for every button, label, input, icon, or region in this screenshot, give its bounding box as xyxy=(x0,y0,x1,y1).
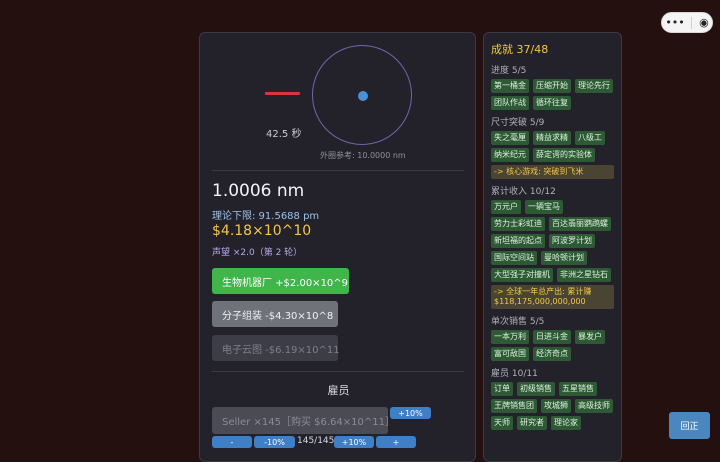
section-header: 进度 5/5 xyxy=(491,66,527,76)
decrease-button[interactable]: - xyxy=(212,436,252,448)
achievement-chip: 失之毫厘 xyxy=(491,131,529,145)
achievement-section-size: 尺寸突破 5/9 失之毫厘 精益求精 八级工 纳米纪元 薛定谔的实验体 -> 核… xyxy=(491,115,614,179)
section-header: 单次销售 5/5 xyxy=(491,317,545,327)
achievements-title: 成就 37/48 xyxy=(491,43,549,56)
timer-text: 42.5 秒 xyxy=(266,129,302,140)
achievement-section-income: 累计收入 10/12 万元户 一辆宝马 劳力士彩虹迪 百达翡丽鹦鹉螺 新坦福的起… xyxy=(491,184,614,309)
achievement-chip: 订单 xyxy=(491,382,513,396)
game-panel: 42.5 秒 外圈参考: 10.0000 nm 1.0006 nm 理论下限: … xyxy=(199,32,476,462)
achievement-chip: 百达翡丽鹦鹉螺 xyxy=(549,217,611,231)
achievement-chip: 薛定谔的实验体 xyxy=(533,148,595,162)
achievement-chip: 理论先行 xyxy=(575,79,613,93)
decrease-percent-button[interactable]: -10% xyxy=(254,436,295,448)
achievement-chip: 攻城狮 xyxy=(541,399,571,413)
reset-view-button[interactable]: 回正 xyxy=(669,412,710,439)
increase-percent-button-2[interactable]: +10% xyxy=(334,436,374,448)
achievement-chip: 高级技师 xyxy=(575,399,613,413)
next-goal-hint: -> 全球一年总产出: 累计赚 $118,175,000,000,000 xyxy=(491,285,614,309)
compression-bar xyxy=(265,92,300,95)
bio-factory-button[interactable]: 生物机器厂 +$2.00×10^9 xyxy=(212,268,349,294)
achievement-chip: 王牌销售团 xyxy=(491,399,537,413)
achievement-chip: 压缩开始 xyxy=(533,79,571,93)
prestige-info: 声望 ×2.0（第 2 轮） xyxy=(212,248,303,258)
mini-program-capsule: ••• ◉ xyxy=(661,12,713,33)
achievement-chip: 大型强子对撞机 xyxy=(491,268,553,282)
achievement-chip: 国际空间站 xyxy=(491,251,537,265)
achievement-chip: 劳力士彩虹迪 xyxy=(491,217,545,231)
close-icon[interactable]: ◉ xyxy=(699,17,709,28)
achievement-chip: 暴发户 xyxy=(575,330,605,344)
achievement-chip: 初级销售 xyxy=(517,382,555,396)
achievement-chip: 富可敌国 xyxy=(491,347,529,361)
increase-button[interactable]: + xyxy=(376,436,416,448)
achievement-chip: 纳米纪元 xyxy=(491,148,529,162)
money-total: $4.18×10^10 xyxy=(212,223,312,239)
seller-buy-button[interactable]: Seller ×145［购买 $6.64×10^11］ xyxy=(212,407,395,434)
employee-count: 145/145 xyxy=(297,436,335,446)
divider xyxy=(212,371,464,372)
increase-percent-button[interactable]: +10% xyxy=(390,407,431,419)
employees-title: 雇员 xyxy=(327,384,350,397)
achievement-chip: 经济奇点 xyxy=(533,347,571,361)
achievement-chip: 新坦福的起点 xyxy=(491,234,545,248)
achievement-section-progress: 进度 5/5 第一桶金 压缩开始 理论先行 团队作战 循环往复 xyxy=(491,63,614,110)
current-size: 1.0006 nm xyxy=(212,181,305,201)
achievement-chip: 天师 xyxy=(491,416,513,430)
next-goal-hint: -> 核心游戏: 突破到飞米 xyxy=(491,165,614,179)
achievement-chip: 一辆宝马 xyxy=(525,200,563,214)
section-header: 尺寸突破 5/9 xyxy=(491,118,545,128)
section-header: 累计收入 10/12 xyxy=(491,187,556,197)
achievement-chip: 精益求精 xyxy=(533,131,571,145)
achievement-chip: 八级工 xyxy=(575,131,605,145)
achievement-section-single-sale: 单次销售 5/5 一本万利 日进斗金 暴发户 富可敌国 经济奇点 xyxy=(491,314,614,361)
achievement-chip: 团队作战 xyxy=(491,96,529,110)
capsule-divider xyxy=(691,16,693,29)
achievement-chip: 第一桶金 xyxy=(491,79,529,93)
achievement-chip: 非洲之星钻石 xyxy=(557,268,611,282)
achievement-chip: 日进斗金 xyxy=(533,330,571,344)
section-header: 雇员 10/11 xyxy=(491,369,538,379)
achievement-chip: 研究者 xyxy=(517,416,547,430)
achievement-chip: 循环往复 xyxy=(533,96,571,110)
theory-limit: 理论下限: 91.5688 pm xyxy=(212,211,320,222)
particle-dot[interactable] xyxy=(358,91,368,101)
electron-cloud-button[interactable]: 电子云图 -$6.19×10^11 xyxy=(212,335,340,361)
achievement-section-employees: 雇员 10/11 订单 初级销售 五星销售 王牌销售团 攻城狮 高级技师 天师 … xyxy=(491,366,614,430)
achievement-chip: 五星销售 xyxy=(559,382,597,396)
more-icon[interactable]: ••• xyxy=(665,17,684,28)
achievement-chip: 理论家 xyxy=(551,416,581,430)
molecular-assembly-button[interactable]: 分子组装 -$4.30×10^8 xyxy=(212,301,338,327)
achievement-chip: 一本万利 xyxy=(491,330,529,344)
outer-reference-label: 外圈参考: 10.0000 nm xyxy=(320,151,406,160)
achievement-chip: 曼哈顿计划 xyxy=(541,251,587,265)
achievement-chip: 万元户 xyxy=(491,200,521,214)
achievements-panel: 成就 37/48 进度 5/5 第一桶金 压缩开始 理论先行 团队作战 循环往复… xyxy=(483,32,622,462)
divider xyxy=(212,170,464,171)
achievement-chip: 阿波罗计划 xyxy=(549,234,595,248)
